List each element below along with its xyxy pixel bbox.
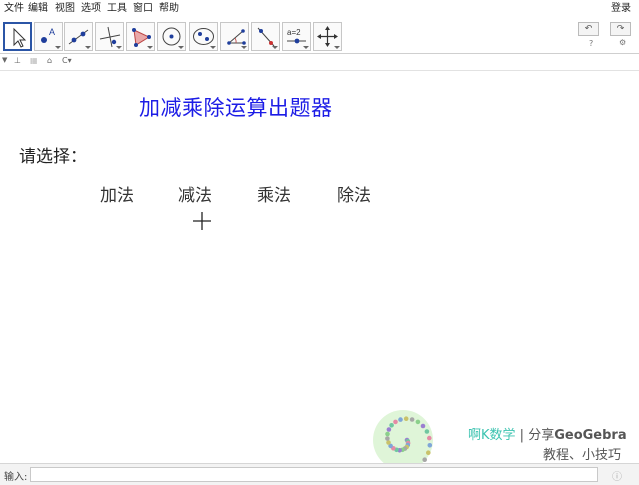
option-subtraction[interactable]: 减法: [178, 181, 212, 206]
option-addition[interactable]: 加法: [100, 181, 134, 206]
watermark-line2: 教程、小技巧: [543, 448, 622, 463]
move-tool-button[interactable]: [3, 22, 32, 51]
redo-button[interactable]: ↷: [610, 22, 631, 36]
grid-toggle-icon[interactable]: ▦: [30, 56, 38, 65]
watermark-share: 分享: [528, 428, 555, 443]
slider-tool-button[interactable]: a=2: [282, 22, 311, 51]
option-multiplication[interactable]: 乘法: [257, 181, 291, 206]
menu-view[interactable]: 视图: [54, 0, 76, 17]
axes-toggle-icon[interactable]: ⊥: [14, 56, 21, 65]
watermark-separator: |: [519, 428, 525, 443]
login-link[interactable]: 登录: [611, 0, 631, 17]
angle-tool-button[interactable]: [220, 22, 249, 51]
home-icon[interactable]: ⌂: [47, 56, 52, 65]
menu-tools[interactable]: 工具: [106, 0, 128, 17]
toolbar-divider: [0, 53, 639, 54]
crosshair-cursor-icon: [193, 212, 211, 230]
undo-icon: ↶: [584, 24, 593, 34]
watermark-product: GeoGebra: [554, 428, 627, 443]
circle-tool-button[interactable]: [157, 22, 186, 51]
watermark-brand: 啊K数学: [468, 428, 516, 443]
settings-icon[interactable]: ⚙: [619, 38, 626, 47]
page-title: 加减乘除运算出题器: [139, 96, 333, 120]
input-help-icon[interactable]: ⓘ: [612, 468, 622, 483]
move-view-tool-button[interactable]: [313, 22, 342, 51]
svg-text:A: A: [49, 27, 55, 37]
menu-bar: 文件 编辑 视图 选项 工具 窗口 帮助 登录: [0, 0, 639, 17]
menu-help[interactable]: 帮助: [158, 0, 180, 17]
collapse-triangle-icon[interactable]: ▼: [2, 56, 7, 64]
watermark-line1: 啊K数学 | 分享GeoGebra: [468, 424, 627, 443]
line-tool-button[interactable]: [64, 22, 93, 51]
option-division[interactable]: 除法: [337, 181, 371, 206]
move-arrow-icon: [13, 27, 27, 48]
menu-options[interactable]: 选项: [80, 0, 102, 17]
perpendicular-tool-button[interactable]: [95, 22, 124, 51]
point-capture-icon[interactable]: C▾: [62, 56, 72, 65]
menu-file[interactable]: 文件: [3, 0, 25, 17]
menu-window[interactable]: 窗口: [132, 0, 154, 17]
input-bar: 输入: ⓘ: [0, 463, 639, 485]
undo-button[interactable]: ↶: [578, 22, 599, 36]
input-label: 输入:: [4, 472, 28, 483]
menu-edit[interactable]: 编辑: [27, 0, 49, 17]
graphics-style-bar: ▼ ⊥ ▦ ⌂ C▾: [0, 56, 200, 68]
toolbar: A a=2 ↶ ↷ ? ⚙: [0, 20, 639, 54]
polygon-tool-button[interactable]: [126, 22, 155, 51]
ellipse-tool-button[interactable]: [189, 22, 218, 51]
help-icon[interactable]: ?: [589, 39, 593, 48]
redo-icon: ↷: [616, 24, 625, 34]
input-field[interactable]: [30, 467, 598, 482]
point-tool-button[interactable]: A: [34, 22, 63, 51]
select-prompt: 请选择：: [19, 147, 87, 167]
svg-text:a=2: a=2: [287, 28, 301, 37]
reflect-tool-button[interactable]: [251, 22, 280, 51]
